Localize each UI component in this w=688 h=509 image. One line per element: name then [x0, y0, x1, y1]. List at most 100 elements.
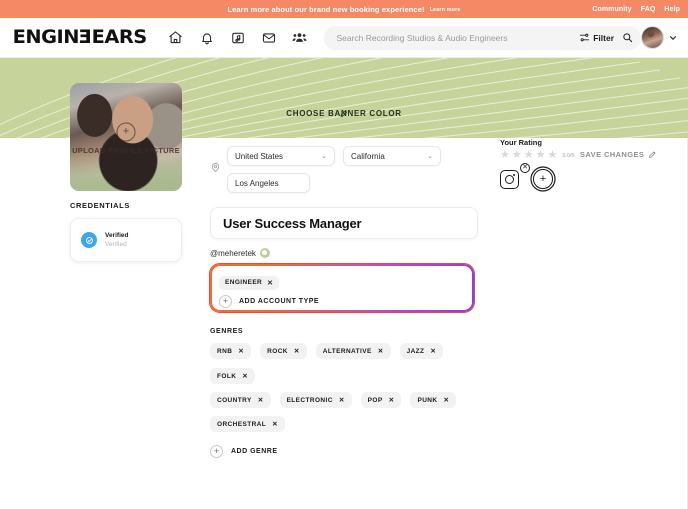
city-select[interactable]: Los Angeles — [227, 173, 310, 193]
remove-icon[interactable]: ✕ — [430, 347, 436, 355]
remove-icon[interactable]: ✕ — [242, 372, 248, 380]
genre-chip[interactable]: ROCK ✕ — [260, 343, 307, 359]
state-value: California — [351, 152, 385, 161]
add-account-type-button[interactable]: + ADD ACCOUNT TYPE — [219, 295, 465, 308]
chevron-down-icon: ⌄ — [427, 152, 433, 160]
star-icon[interactable]: ★ — [548, 150, 558, 161]
profile-content: + UPLOAD PROFILE PICTURE CREDENTIALS Ver… — [0, 138, 688, 509]
genre-chip[interactable]: COUNTRY ✕ — [210, 392, 271, 408]
profile-picture-uploader[interactable]: + UPLOAD PROFILE PICTURE — [70, 83, 182, 191]
city-row: Los Angeles — [227, 173, 441, 193]
remove-icon[interactable]: ✕ — [339, 396, 345, 404]
genre-label: COUNTRY — [217, 397, 252, 404]
location-row: United States ⌄ California ⌄ Los Angeles — [210, 146, 478, 193]
add-genre-button[interactable]: + ADD GENRE — [210, 445, 478, 458]
navbar: ENGINEEARS Filter — [0, 18, 688, 58]
country-state-row: United States ⌄ California ⌄ — [227, 146, 441, 166]
genre-row-1: RNB ✕ ROCK ✕ ALTERNATIVE✕ JAZZ✕ FOLK ✕ — [210, 343, 478, 384]
user-handle: @meheretek — [210, 248, 478, 258]
remove-icon[interactable]: ✕ — [389, 396, 395, 404]
account-type-chip[interactable]: ENGINEER ✕ — [219, 276, 279, 290]
credential-card[interactable]: Verified Verified — [70, 218, 182, 262]
instagram-icon[interactable]: ✕ — [500, 170, 519, 189]
profile-left-column: + UPLOAD PROFILE PICTURE CREDENTIALS Ver… — [70, 83, 182, 262]
sliders-icon — [579, 32, 590, 43]
rating-label: Your Rating — [500, 138, 680, 147]
account-types-box[interactable]: ENGINEER ✕ + ADD ACCOUNT TYPE — [210, 264, 474, 312]
star-icon[interactable]: ★ — [524, 150, 534, 161]
nav-icon-group — [167, 29, 308, 46]
star-icon[interactable]: ★ — [512, 150, 522, 161]
location-pin-icon — [210, 162, 221, 173]
remove-icon[interactable]: ✕ — [238, 347, 244, 355]
logo-text-part1: ENGIN — [13, 26, 79, 48]
home-icon[interactable] — [167, 29, 184, 46]
site-logo[interactable]: ENGINEEARS — [13, 28, 147, 47]
link-community[interactable]: Community — [592, 6, 631, 13]
instagram-dot — [513, 174, 515, 176]
profile-right-column: Your Rating ★ ★ ★ ★ ★ 0.0/5 ✕ + SAVE CHA… — [500, 138, 680, 189]
remove-icon[interactable]: ✕ — [267, 279, 273, 287]
search-bar[interactable]: Filter — [324, 26, 641, 50]
mail-icon[interactable] — [260, 29, 277, 46]
star-icon[interactable]: ★ — [536, 150, 546, 161]
genre-chip[interactable]: RNB ✕ — [210, 343, 251, 359]
genre-chip[interactable]: JAZZ✕ — [400, 343, 444, 359]
link-help[interactable]: Help — [664, 6, 680, 13]
genre-label: ELECTRONIC — [287, 397, 333, 404]
search-input[interactable] — [336, 33, 579, 43]
genre-row-3: ORCHESTRAL✕ — [210, 416, 478, 432]
chevron-down-icon[interactable] — [668, 33, 678, 43]
chevron-down-icon: ⌄ — [321, 152, 327, 160]
filter-label: Filter — [593, 33, 614, 43]
profile-badge-icon — [260, 248, 270, 258]
add-account-type-label: ADD ACCOUNT TYPE — [239, 298, 319, 305]
job-title-input[interactable]: User Success Manager — [210, 207, 478, 239]
genre-chip[interactable]: ELECTRONIC ✕ — [280, 392, 352, 408]
logo-reversed-e: E — [79, 28, 92, 47]
add-photo-icon[interactable]: + — [117, 122, 136, 141]
rating-value: 0.0/5 — [562, 153, 574, 159]
add-social-button[interactable]: + — [533, 169, 553, 189]
state-select[interactable]: California ⌄ — [343, 146, 441, 166]
genre-chip[interactable]: ORCHESTRAL✕ — [210, 416, 285, 432]
music-folder-icon[interactable] — [229, 29, 246, 46]
search-icon[interactable] — [622, 32, 633, 43]
credentials-title: CREDENTIALS — [70, 201, 182, 210]
genre-label: RNB — [217, 348, 232, 355]
remove-icon[interactable]: ✕ — [444, 396, 450, 404]
genre-label: FOLK — [217, 373, 236, 380]
credential-subtitle: Verified — [105, 241, 128, 248]
account-menu[interactable] — [641, 26, 678, 49]
save-changes-button[interactable]: SAVE CHANGES — [580, 150, 657, 159]
genre-label: ROCK — [267, 348, 288, 355]
credential-text: Verified Verified — [105, 232, 128, 248]
genre-chip[interactable]: ALTERNATIVE✕ — [316, 343, 391, 359]
remove-icon[interactable]: ✕ — [272, 420, 278, 428]
genre-chip[interactable]: PUNK✕ — [410, 392, 456, 408]
avatar[interactable] — [641, 26, 664, 49]
account-type-label: ENGINEER — [225, 279, 262, 286]
city-value: Los Angeles — [235, 179, 279, 188]
bell-icon[interactable] — [198, 29, 215, 46]
genre-chip[interactable]: FOLK ✕ — [210, 368, 255, 384]
remove-icon[interactable]: ✕ — [258, 396, 264, 404]
genre-label: POP — [368, 397, 383, 404]
link-faq[interactable]: FAQ — [641, 6, 656, 13]
star-icon[interactable]: ★ — [500, 150, 510, 161]
community-icon[interactable] — [291, 29, 308, 46]
announcement-learn-more-link[interactable]: Learn more — [430, 7, 461, 13]
profile-form-column: United States ⌄ California ⌄ Los Angeles — [210, 146, 478, 458]
remove-social-icon[interactable]: ✕ — [520, 163, 530, 173]
upload-profile-picture-label: UPLOAD PROFILE PICTURE — [70, 146, 182, 155]
plus-icon: + — [219, 295, 232, 308]
country-select[interactable]: United States ⌄ — [227, 146, 335, 166]
remove-icon[interactable]: ✕ — [378, 347, 384, 355]
credential-name: Verified — [105, 232, 128, 239]
genre-chip[interactable]: POP ✕ — [361, 392, 402, 408]
add-genre-label: ADD GENRE — [231, 448, 278, 455]
filter-button[interactable]: Filter — [579, 32, 614, 43]
remove-icon[interactable]: ✕ — [294, 347, 300, 355]
announcement-bar: Learn more about our brand new booking e… — [0, 0, 688, 18]
save-changes-label: SAVE CHANGES — [580, 150, 644, 159]
